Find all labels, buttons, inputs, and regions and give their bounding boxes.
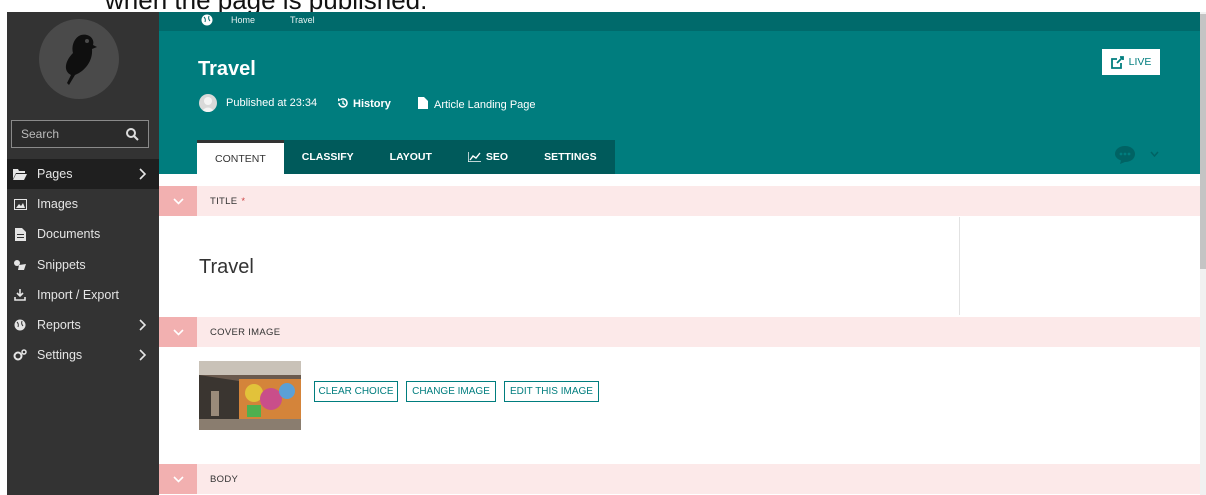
snippet-icon xyxy=(13,258,27,272)
section-toggle[interactable] xyxy=(159,464,197,494)
chevron-right-icon xyxy=(139,319,147,331)
page-type-label: Article Landing Page xyxy=(434,99,536,111)
sidebar-item-label: Settings xyxy=(37,348,83,362)
download-icon xyxy=(13,288,27,302)
live-button[interactable]: LIVE xyxy=(1102,49,1160,75)
tab-classify[interactable]: CLASSIFY xyxy=(284,140,372,174)
edit-image-button[interactable]: EDIT THIS IMAGE xyxy=(504,381,599,402)
published-status: Published at 23:34 xyxy=(226,97,318,109)
sidebar-item-label: Import / Export xyxy=(37,288,119,302)
avatar xyxy=(199,94,217,112)
page-header: Home Travel Travel Published at 23:34 Hi… xyxy=(159,12,1200,174)
folder-open-icon xyxy=(13,167,27,181)
chevron-down-icon xyxy=(172,328,184,336)
sidebar-item-settings[interactable]: Settings xyxy=(7,340,159,370)
tab-content[interactable]: CONTENT xyxy=(197,140,284,174)
caption-text-strip: when the page is published. xyxy=(0,0,1206,12)
scrollbar-thumb[interactable] xyxy=(1200,14,1206,269)
sidebar-item-label: Pages xyxy=(37,167,73,181)
caption-text: when the page is published. xyxy=(105,0,427,12)
breadcrumb: Home Travel xyxy=(159,12,1200,31)
sidebar-item-label: Reports xyxy=(37,318,81,332)
tab-label: SETTINGS xyxy=(544,151,597,163)
chevron-right-icon xyxy=(139,349,147,361)
chevron-right-icon xyxy=(139,168,147,180)
tab-seo[interactable]: SEO xyxy=(450,140,526,174)
tab-settings[interactable]: SETTINGS xyxy=(526,140,615,174)
sidebar-item-label: Snippets xyxy=(37,258,86,272)
chevron-down-icon xyxy=(172,197,184,205)
section-title-header[interactable]: TITLE * xyxy=(159,186,1200,216)
history-icon xyxy=(338,98,348,108)
tab-layout[interactable]: LAYOUT xyxy=(372,140,450,174)
section-body-header[interactable]: BODY xyxy=(159,464,1200,494)
cover-image-thumbnail[interactable] xyxy=(199,361,301,430)
chart-line-icon xyxy=(467,152,481,162)
history-link[interactable]: History xyxy=(337,97,391,110)
tab-label: SEO xyxy=(485,151,509,163)
document-icon xyxy=(418,97,428,109)
cogs-icon xyxy=(13,348,27,362)
sidebar-item-pages[interactable]: Pages xyxy=(7,159,159,189)
editor-content: TITLE * Travel COVER IMAGE CLEAR CHOICE … xyxy=(159,174,1200,495)
search-input[interactable]: Search xyxy=(11,120,149,148)
wagtail-logo[interactable] xyxy=(39,19,119,99)
change-image-button[interactable]: CHANGE IMAGE xyxy=(406,381,496,402)
bird-logo-icon xyxy=(65,34,97,85)
search-placeholder: Search xyxy=(21,127,60,141)
section-toggle[interactable] xyxy=(159,317,197,347)
section-label-text: TITLE xyxy=(210,196,238,207)
image-icon xyxy=(13,197,27,211)
editor-tabs: CONTENT CLASSIFY LAYOUT SEO SETTINGS xyxy=(197,140,615,174)
history-label: History xyxy=(353,98,391,110)
search-icon[interactable] xyxy=(125,127,139,141)
sidebar-item-images[interactable]: Images xyxy=(7,189,159,219)
page-type: Article Landing Page xyxy=(418,97,536,111)
live-label: LIVE xyxy=(1128,56,1152,68)
sidebar-item-documents[interactable]: Documents xyxy=(7,219,159,249)
page-title: Travel xyxy=(198,58,256,80)
chevron-down-icon xyxy=(172,475,184,483)
required-marker: * xyxy=(241,196,246,207)
section-label: TITLE * xyxy=(210,196,245,207)
globe-icon xyxy=(13,318,27,332)
sidebar: Search Pages Images Documents Snippets I… xyxy=(7,12,159,495)
document-icon xyxy=(13,227,27,241)
comment-icon[interactable] xyxy=(1114,145,1136,165)
section-label: COVER IMAGE xyxy=(210,327,281,338)
title-input[interactable]: Travel xyxy=(199,256,254,279)
sidebar-item-reports[interactable]: Reports xyxy=(7,310,159,340)
sidebar-item-label: Documents xyxy=(37,227,101,241)
wagtail-editor-window: when the page is published. Search Pages xyxy=(0,0,1206,495)
clear-choice-button[interactable]: CLEAR CHOICE xyxy=(314,381,398,402)
breadcrumb-travel[interactable]: Travel xyxy=(290,15,315,25)
tab-label: CONTENT xyxy=(215,152,266,165)
sidebar-item-snippets[interactable]: Snippets xyxy=(7,250,159,280)
section-toggle[interactable] xyxy=(159,186,197,216)
tab-label: LAYOUT xyxy=(389,151,432,163)
sidebar-item-import-export[interactable]: Import / Export xyxy=(7,280,159,310)
tab-label: CLASSIFY xyxy=(301,151,354,163)
globe-icon[interactable] xyxy=(201,14,213,26)
breadcrumb-home[interactable]: Home xyxy=(231,15,255,25)
sidebar-item-label: Images xyxy=(37,197,78,211)
external-link-icon xyxy=(1110,55,1124,69)
chevron-down-icon[interactable] xyxy=(1150,151,1159,157)
section-cover-image-header[interactable]: COVER IMAGE xyxy=(159,317,1200,347)
field-divider xyxy=(959,217,960,315)
section-label: BODY xyxy=(210,474,239,485)
